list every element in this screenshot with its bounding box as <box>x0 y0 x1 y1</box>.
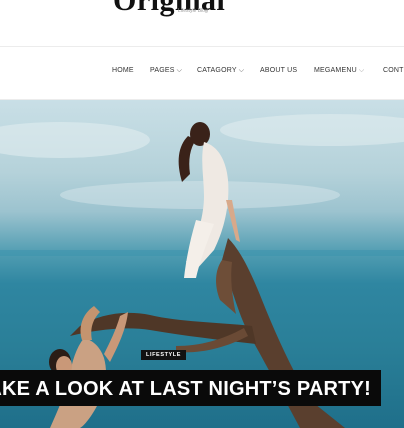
nav-item-label: PAGES <box>150 67 175 74</box>
nav-item-home[interactable]: HOME <box>112 67 134 74</box>
nav-item-label: CATAGORY <box>197 67 237 74</box>
nav-item-label: MEGAMENU <box>314 67 357 74</box>
post-title-bar[interactable]: TAKE A LOOK AT LAST NIGHT’S PARTY! <box>0 370 381 406</box>
nav-item-megamenu[interactable]: MEGAMENU ⌵ <box>314 67 364 75</box>
nav-item-contact[interactable]: CONT <box>383 67 404 74</box>
post-title[interactable]: TAKE A LOOK AT LAST NIGHT’S PARTY! <box>0 378 371 401</box>
nav-item-about-us[interactable]: ABOUT US <box>260 67 297 74</box>
main-nav: HOME PAGES ⌵ CATAGORY ⌵ ABOUT US MEGAMENU ⌵… <box>0 47 404 100</box>
category-badge[interactable]: LIFESTYLE <box>141 350 187 360</box>
site-header: Original Lifestyle Blog <box>0 0 404 47</box>
hero-slide[interactable]: LIFESTYLE TAKE A LOOK AT LAST NIGHT’S PA… <box>0 100 404 428</box>
chevron-down-icon: ⌵ <box>176 67 183 74</box>
nav-item-label: HOME <box>112 67 134 74</box>
chevron-down-icon: ⌵ <box>238 67 245 74</box>
site-tagline: Lifestyle Blog <box>178 8 208 14</box>
nav-item-pages[interactable]: PAGES ⌵ <box>150 67 182 75</box>
nav-item-catagory[interactable]: CATAGORY ⌵ <box>197 67 244 75</box>
chevron-down-icon: ⌵ <box>358 67 365 74</box>
nav-item-label: ABOUT US <box>260 67 298 74</box>
site-logo[interactable]: Original <box>113 0 225 18</box>
nav-item-label: CONT <box>383 67 404 74</box>
